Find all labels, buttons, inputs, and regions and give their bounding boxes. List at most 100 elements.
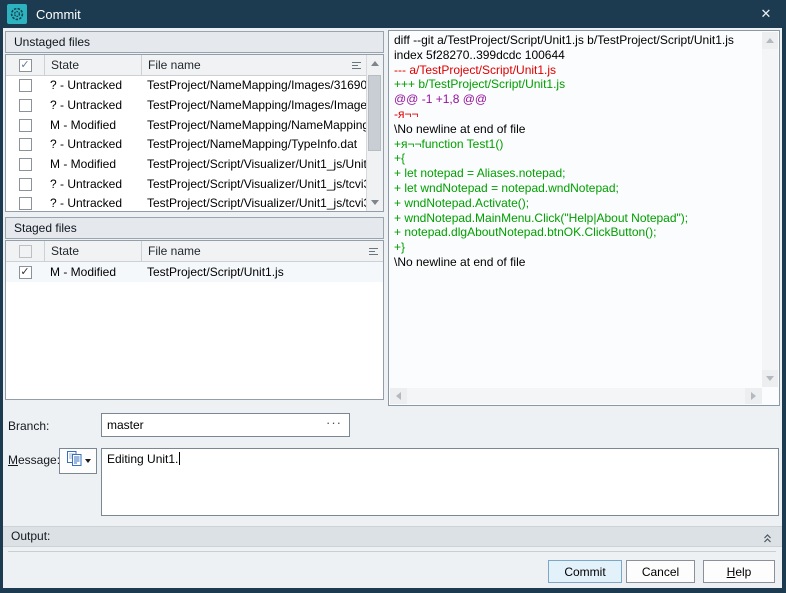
scroll-thumb[interactable]: [368, 75, 381, 151]
file-state: ? - Untracked: [44, 194, 141, 211]
scroll-up-icon[interactable]: [367, 55, 383, 72]
diff-line: + notepad.dlgAboutNotepad.btnOK.ClickBut…: [394, 225, 761, 240]
unstaged-files-table: ✓ State File name ? - UntrackedTestProje…: [5, 54, 384, 212]
titlebar: Commit ✕: [0, 0, 786, 28]
diff-line: @@ -1 +1,8 @@: [394, 92, 761, 107]
file-name: TestProject/NameMapping/NameMapping.tcNM: [141, 116, 366, 135]
file-checkbox[interactable]: [19, 158, 32, 171]
file-name: TestProject/Script/Visualizer/Unit1_js/t…: [141, 175, 366, 194]
message-input[interactable]: Editing Unit1.: [101, 448, 779, 516]
scroll-right-icon[interactable]: [745, 388, 762, 404]
file-checkbox[interactable]: [19, 99, 32, 112]
diff-line: -я¬¬: [394, 107, 761, 122]
file-name: TestProject/Script/Unit1.js: [141, 263, 383, 282]
file-name: TestProject/NameMapping/Images/Images.NM…: [141, 96, 366, 115]
dropdown-arrow-icon: [85, 459, 91, 463]
staged-files-caption: Staged files: [5, 217, 384, 239]
column-header-filename[interactable]: File name: [141, 241, 363, 261]
unstaged-scrollbar[interactable]: [366, 55, 383, 211]
scroll-left-icon[interactable]: [390, 388, 407, 404]
commit-button[interactable]: Commit: [548, 560, 622, 583]
file-checkbox[interactable]: [19, 178, 32, 191]
file-checkbox[interactable]: [19, 119, 32, 132]
scroll-up-icon[interactable]: [762, 32, 778, 49]
divider: [8, 551, 776, 552]
branch-value: master: [107, 418, 144, 432]
file-name: TestProject/NameMapping/TypeInfo.dat: [141, 135, 366, 154]
scroll-down-icon[interactable]: [762, 370, 778, 387]
column-header-state[interactable]: State: [44, 241, 141, 261]
output-label: Output:: [11, 529, 50, 543]
file-checkbox[interactable]: [19, 79, 32, 92]
diff-line: +я¬¬function Test1(): [394, 137, 761, 152]
dialog-body: Unstaged files ✓ State File name ? - Unt…: [3, 28, 782, 588]
file-row[interactable]: ? - UntrackedTestProject/NameMapping/Ima…: [6, 76, 366, 96]
column-header-state[interactable]: State: [44, 55, 141, 75]
collapse-chevron-icon[interactable]: [762, 531, 773, 550]
diff-line: + wndNotepad.Activate();: [394, 196, 761, 211]
file-state: ? - Untracked: [44, 96, 141, 115]
file-name: TestProject/Script/Visualizer/Unit1_js/t…: [141, 194, 366, 211]
file-checkbox[interactable]: ✓: [19, 266, 32, 279]
file-row[interactable]: ? - UntrackedTestProject/Script/Visualiz…: [6, 194, 366, 211]
help-button[interactable]: Help: [703, 560, 775, 583]
message-text: Editing Unit1.: [107, 452, 178, 466]
diff-line: --- a/TestProject/Script/Unit1.js: [394, 63, 761, 78]
file-state: ? - Untracked: [44, 135, 141, 154]
staged-table-body: ✓ M - ModifiedTestProject/Script/Unit1.js: [6, 262, 383, 399]
diff-line: \No newline at end of file: [394, 255, 761, 270]
customize-columns-icon[interactable]: [346, 55, 366, 75]
file-state: ? - Untracked: [44, 175, 141, 194]
file-row[interactable]: M - ModifiedTestProject/NameMapping/Name…: [6, 115, 366, 135]
file-row[interactable]: ✓ M - ModifiedTestProject/Script/Unit1.js: [6, 262, 383, 282]
diff-line: \No newline at end of file: [394, 122, 761, 137]
diff-line: +++ b/TestProject/Script/Unit1.js: [394, 77, 761, 92]
diff-view: diff --git a/TestProject/Script/Unit1.js…: [388, 30, 780, 406]
column-header-filename[interactable]: File name: [141, 55, 346, 75]
branch-browse-button[interactable]: ···: [326, 415, 342, 430]
diff-horizontal-scrollbar[interactable]: [390, 388, 762, 404]
close-icon[interactable]: ✕: [746, 0, 786, 28]
cancel-button[interactable]: Cancel: [626, 560, 695, 583]
output-bar: Output:: [3, 526, 782, 547]
unstaged-select-all-checkbox[interactable]: ✓: [19, 59, 32, 72]
file-state: M - Modified: [44, 263, 141, 282]
commit-dialog: Commit ✕ Unstaged files ✓ State File nam…: [0, 0, 786, 593]
diff-line: + wndNotepad.MainMenu.Click("Help|About …: [394, 211, 761, 226]
scroll-track[interactable]: [367, 72, 383, 194]
diff-line: diff --git a/TestProject/Script/Unit1.js…: [394, 33, 761, 48]
scroll-down-icon[interactable]: [367, 194, 383, 211]
message-label: Message:: [8, 453, 60, 467]
diff-vertical-scrollbar[interactable]: [762, 32, 778, 387]
diff-line: +{: [394, 151, 761, 166]
file-name: TestProject/NameMapping/Images/316904328…: [141, 76, 366, 95]
staged-files-table: State File name ✓ M - ModifiedTestProject…: [5, 240, 384, 400]
testcomplete-icon: [7, 4, 27, 24]
diff-line: + let wndNotepad = notepad.wndNotepad;: [394, 181, 761, 196]
unstaged-table-body: ? - UntrackedTestProject/NameMapping/Ima…: [6, 76, 366, 211]
customize-columns-icon[interactable]: [363, 241, 383, 261]
file-state: M - Modified: [44, 116, 141, 135]
file-row[interactable]: M - ModifiedTestProject/Script/Visualize…: [6, 155, 366, 175]
branch-input[interactable]: master ···: [101, 413, 350, 437]
file-row[interactable]: ? - UntrackedTestProject/Script/Visualiz…: [6, 174, 366, 194]
file-checkbox[interactable]: [19, 197, 32, 210]
paste-message-icon: [66, 451, 82, 471]
diff-text: diff --git a/TestProject/Script/Unit1.js…: [394, 33, 761, 387]
file-row[interactable]: ? - UntrackedTestProject/NameMapping/Typ…: [6, 135, 366, 155]
diff-line: +}: [394, 240, 761, 255]
file-checkbox[interactable]: [19, 138, 32, 151]
staged-select-all-checkbox[interactable]: [19, 245, 32, 258]
branch-label: Branch:: [8, 419, 49, 433]
staged-table-header: State File name: [6, 241, 383, 262]
message-templates-button[interactable]: [59, 448, 97, 474]
text-caret: [179, 452, 180, 465]
unstaged-files-caption: Unstaged files: [5, 31, 384, 53]
window-title: Commit: [36, 7, 81, 22]
file-row[interactable]: ? - UntrackedTestProject/NameMapping/Ima…: [6, 96, 366, 116]
file-state: M - Modified: [44, 155, 141, 174]
file-state: ? - Untracked: [44, 76, 141, 95]
file-name: TestProject/Script/Visualizer/Unit1_js/U…: [141, 155, 366, 174]
diff-line: + let notepad = Aliases.notepad;: [394, 166, 761, 181]
unstaged-table-header: ✓ State File name: [6, 55, 366, 76]
